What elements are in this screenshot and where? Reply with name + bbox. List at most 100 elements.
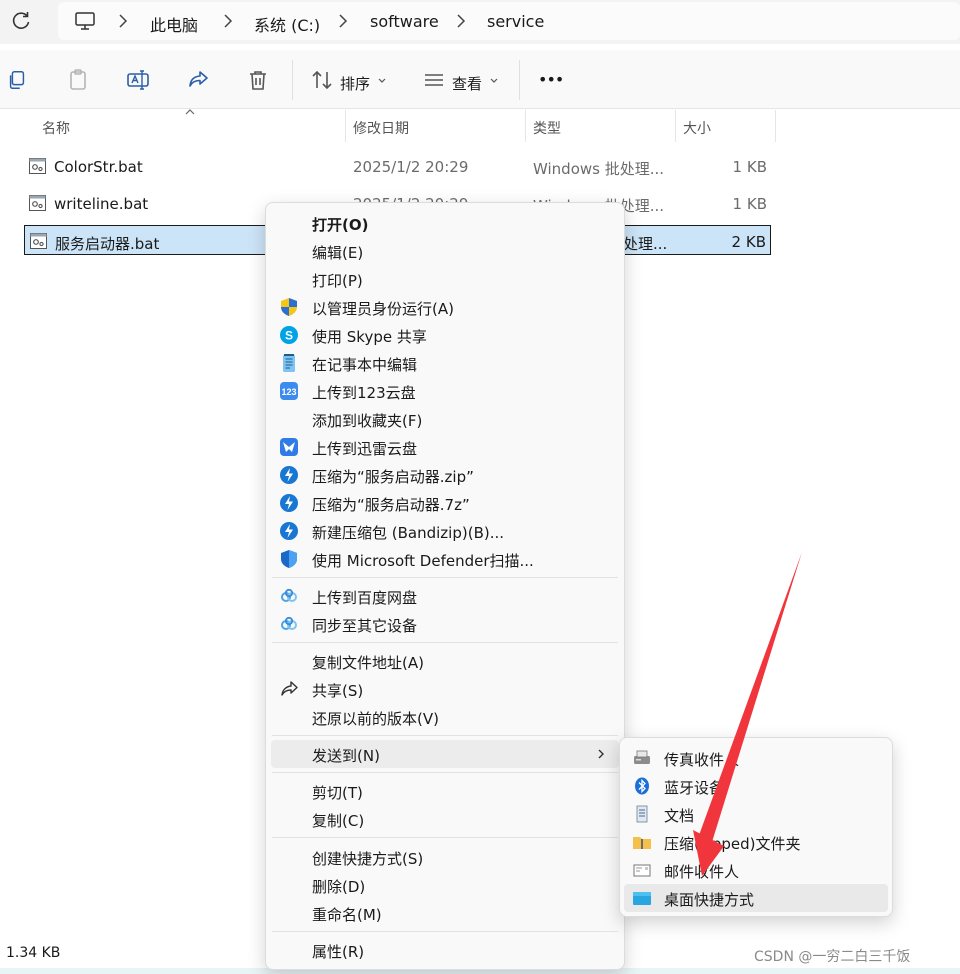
menu-item-label: 上传到迅雷云盘 (312, 440, 418, 458)
menu-item-share[interactable]: 共享(S) (271, 675, 619, 703)
menu-item-properties[interactable]: 属性(R) (271, 936, 619, 964)
breadcrumb-system-drive[interactable]: 系统 (C:) (254, 12, 320, 36)
toolbar-divider (519, 60, 520, 100)
column-date-label: 修改日期 (353, 121, 409, 137)
menu-item-rename[interactable]: 重命名(M) (271, 899, 619, 927)
menu-item-open[interactable]: 打开(O) (271, 209, 619, 237)
menu-item-label: 编辑(E) (312, 244, 364, 262)
view-button-label[interactable]: 查看 (452, 73, 482, 94)
documents-icon (636, 805, 648, 823)
view-icon[interactable] (422, 68, 446, 92)
desktop-icon (633, 892, 651, 905)
send-to-bluetooth[interactable]: 蓝牙设备 (624, 772, 888, 800)
paste-icon[interactable] (66, 68, 90, 92)
breadcrumb-software[interactable]: software (370, 12, 439, 31)
share-icon (281, 681, 298, 696)
file-date: 2025/1/2 20:29 (353, 158, 469, 176)
watermark: CSDN @一穷二白三千饭 (754, 949, 911, 965)
send-to-desktop-shortcut[interactable]: 桌面快捷方式 (624, 884, 888, 912)
send-to-label: 蓝牙设备 (664, 779, 725, 797)
zip-folder-icon (633, 837, 651, 849)
file-name: 服务启动器.bat (55, 235, 160, 253)
menu-item-label: 使用 Skype 共享 (312, 328, 427, 346)
menu-item-restore-versions[interactable]: 还原以前的版本(V) (271, 703, 619, 731)
breadcrumb-this-pc[interactable]: 此电脑 (150, 12, 198, 36)
status-selected-size: 1.34 KB (6, 945, 61, 961)
chevron-right-icon (119, 14, 128, 28)
menu-item-copy[interactable]: 复制(C) (271, 805, 619, 833)
menu-item-upload-baidu[interactable]: 上传到百度网盘 (271, 582, 619, 610)
menu-item-label: 删除(D) (312, 878, 366, 896)
send-to-fax[interactable]: 传真收件人 (624, 744, 888, 772)
menu-item-skype-share[interactable]: S 使用 Skype 共享 (271, 321, 619, 349)
breadcrumb-service[interactable]: service (487, 12, 544, 31)
column-divider[interactable] (525, 110, 526, 142)
menu-item-add-favorites[interactable]: 添加到收藏夹(F) (271, 405, 619, 433)
chevron-right-icon (224, 14, 233, 28)
column-divider[interactable] (775, 110, 776, 142)
defender-icon (281, 550, 297, 568)
menu-item-new-archive[interactable]: 新建压缩包 (Bandizip)(B)... (271, 517, 619, 545)
menu-item-upload-123pan[interactable]: 123 上传到123云盘 (271, 377, 619, 405)
menu-item-create-shortcut[interactable]: 创建快捷方式(S) (271, 843, 619, 871)
delete-icon[interactable] (246, 68, 270, 92)
column-header-type[interactable]: 类型 (533, 110, 673, 142)
file-size: 1 KB (732, 195, 767, 213)
menu-item-cut[interactable]: 剪切(T) (271, 777, 619, 805)
copy-icon[interactable] (6, 68, 28, 92)
menu-item-label: 在记事本中编辑 (312, 356, 418, 374)
send-to-label: 文档 (664, 807, 695, 825)
menu-item-compress-7z[interactable]: 压缩为“服务启动器.7z” (271, 489, 619, 517)
menu-item-label: 压缩为“服务启动器.zip” (312, 468, 474, 486)
column-header-date[interactable]: 修改日期 (353, 110, 523, 142)
column-divider[interactable] (345, 110, 346, 142)
send-to-mail[interactable]: 邮件收件人 (624, 856, 888, 884)
menu-item-compress-zip[interactable]: 压缩为“服务启动器.zip” (271, 461, 619, 489)
menu-item-copy-path[interactable]: 复制文件地址(A) (271, 647, 619, 675)
sort-icon[interactable] (310, 68, 334, 92)
menu-item-print[interactable]: 打印(P) (271, 265, 619, 293)
menu-item-sync-devices[interactable]: 同步至其它设备 (271, 610, 619, 638)
svg-text:123: 123 (281, 387, 296, 397)
send-to-documents[interactable]: 文档 (624, 800, 888, 828)
sort-button-label[interactable]: 排序 (340, 73, 370, 94)
menu-separator (272, 837, 618, 838)
menu-item-label: 复制(C) (312, 812, 365, 830)
menu-item-label: 重命名(M) (312, 906, 382, 924)
column-divider[interactable] (675, 110, 676, 142)
refresh-icon[interactable] (10, 10, 32, 32)
menu-item-label: 复制文件地址(A) (312, 654, 424, 672)
menu-item-send-to[interactable]: 发送到(N) (271, 740, 619, 768)
column-header-name[interactable]: 名称 (42, 110, 342, 142)
menu-item-label: 添加到收藏夹(F) (312, 412, 423, 430)
menu-item-upload-thunder[interactable]: 上传到迅雷云盘 (271, 433, 619, 461)
address-box[interactable]: 此电脑 系统 (C:) software service (58, 2, 960, 40)
send-to-submenu: 传真收件人 蓝牙设备 文档 压缩(zipped)文件夹 邮件收件人 桌面快捷方式 (619, 737, 893, 917)
share-icon[interactable] (186, 68, 210, 92)
menu-item-label: 打印(P) (312, 272, 363, 290)
menu-item-label: 还原以前的版本(V) (312, 710, 439, 728)
menu-item-run-as-admin[interactable]: 以管理员身份运行(A) (271, 293, 619, 321)
send-to-zip-folder[interactable]: 压缩(zipped)文件夹 (624, 828, 888, 856)
menu-item-edit[interactable]: 编辑(E) (271, 237, 619, 265)
menu-item-delete[interactable]: 删除(D) (271, 871, 619, 899)
this-pc-icon (75, 12, 95, 30)
bandizip-icon (280, 466, 298, 484)
batch-file-icon (30, 233, 47, 249)
more-options-button[interactable]: ••• (538, 70, 564, 89)
file-row[interactable]: ColorStr.bat 2025/1/2 20:29 Windows 批处理.… (24, 151, 771, 181)
skype-icon: S (280, 326, 298, 344)
menu-item-notepad-edit[interactable]: 在记事本中编辑 (271, 349, 619, 377)
thunder-icon (280, 438, 298, 456)
bandizip-icon (280, 522, 298, 540)
menu-item-label: 上传到123云盘 (312, 384, 416, 402)
rename-icon[interactable] (126, 68, 150, 92)
menu-separator (272, 735, 618, 736)
chevron-down-icon (490, 78, 498, 83)
file-size: 1 KB (732, 158, 767, 176)
menu-item-label: 压缩为“服务启动器.7z” (312, 496, 470, 514)
context-menu: 打开(O) 编辑(E) 打印(P) 以管理员身份运行(A) S 使用 Skype… (265, 202, 625, 970)
menu-item-defender-scan[interactable]: 使用 Microsoft Defender扫描... (271, 545, 619, 573)
column-header-size[interactable]: 大小 (683, 110, 773, 142)
address-bar-row: 此电脑 系统 (C:) software service (0, 0, 960, 44)
